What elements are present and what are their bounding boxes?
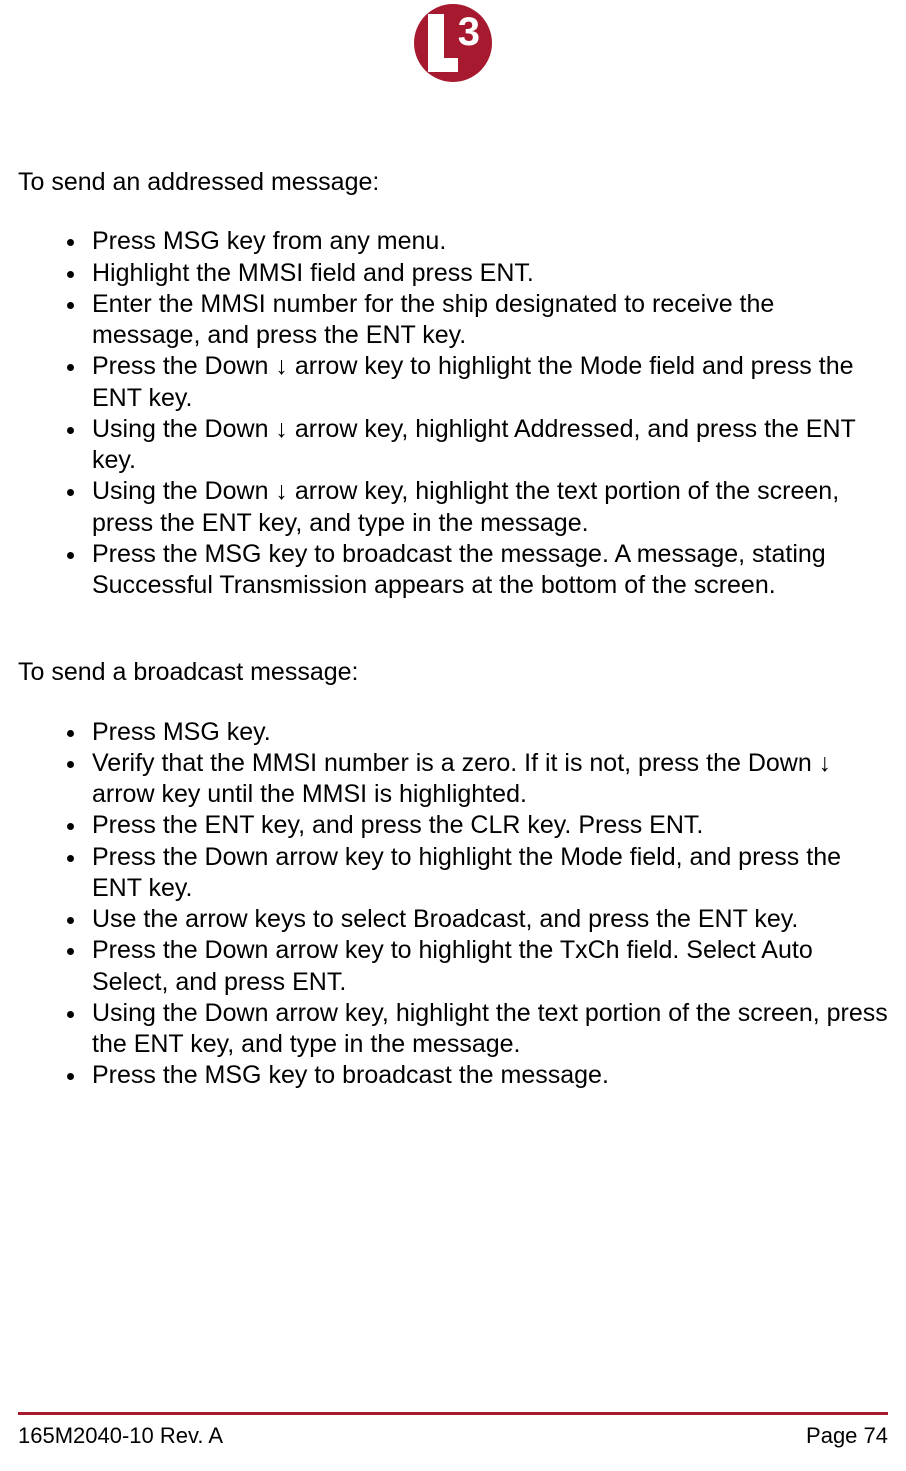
footer-page-number: Page 74	[806, 1423, 888, 1449]
section1-list: Press MSG key from any menu. Highlight t…	[18, 226, 888, 601]
list-item: Highlight the MMSI field and press ENT.	[88, 258, 888, 289]
section2-intro: To send a broadcast message:	[18, 657, 888, 688]
section1-intro: To send an addressed message:	[18, 167, 888, 198]
footer: 165M2040-10 Rev. A Page 74	[18, 1423, 888, 1449]
list-item: Press the MSG key to broadcast the messa…	[88, 539, 888, 602]
footer-doc-id: 165M2040-10 Rev. A	[18, 1423, 223, 1449]
document-body: To send an addressed message: Press MSG …	[0, 87, 906, 1092]
list-item: Using the Down ↓ arrow key, highlight Ad…	[88, 414, 888, 477]
list-item: Verify that the MMSI number is a zero. I…	[88, 748, 888, 811]
list-item: Press MSG key from any menu.	[88, 226, 888, 257]
list-item: Enter the MMSI number for the ship desig…	[88, 289, 888, 352]
list-item: Press MSG key.	[88, 717, 888, 748]
list-item: Using the Down ↓ arrow key, highlight th…	[88, 476, 888, 539]
logo-container: 3	[0, 0, 906, 87]
list-item: Press the MSG key to broadcast the messa…	[88, 1060, 888, 1091]
logo-letter-l	[428, 14, 458, 72]
list-item: Press the ENT key, and press the CLR key…	[88, 810, 888, 841]
l3-logo-icon: 3	[414, 4, 492, 82]
footer-divider	[18, 1412, 888, 1415]
list-item: Using the Down arrow key, highlight the …	[88, 998, 888, 1061]
section2-list: Press MSG key. Verify that the MMSI numb…	[18, 717, 888, 1092]
logo-digit-3: 3	[458, 12, 480, 52]
list-item: Press the Down arrow key to highlight th…	[88, 935, 888, 998]
list-item: Use the arrow keys to select Broadcast, …	[88, 904, 888, 935]
document-page: 3 To send an addressed message: Press MS…	[0, 0, 906, 1471]
list-item: Press the Down arrow key to highlight th…	[88, 842, 888, 905]
list-item: Press the Down ↓ arrow key to highlight …	[88, 351, 888, 414]
